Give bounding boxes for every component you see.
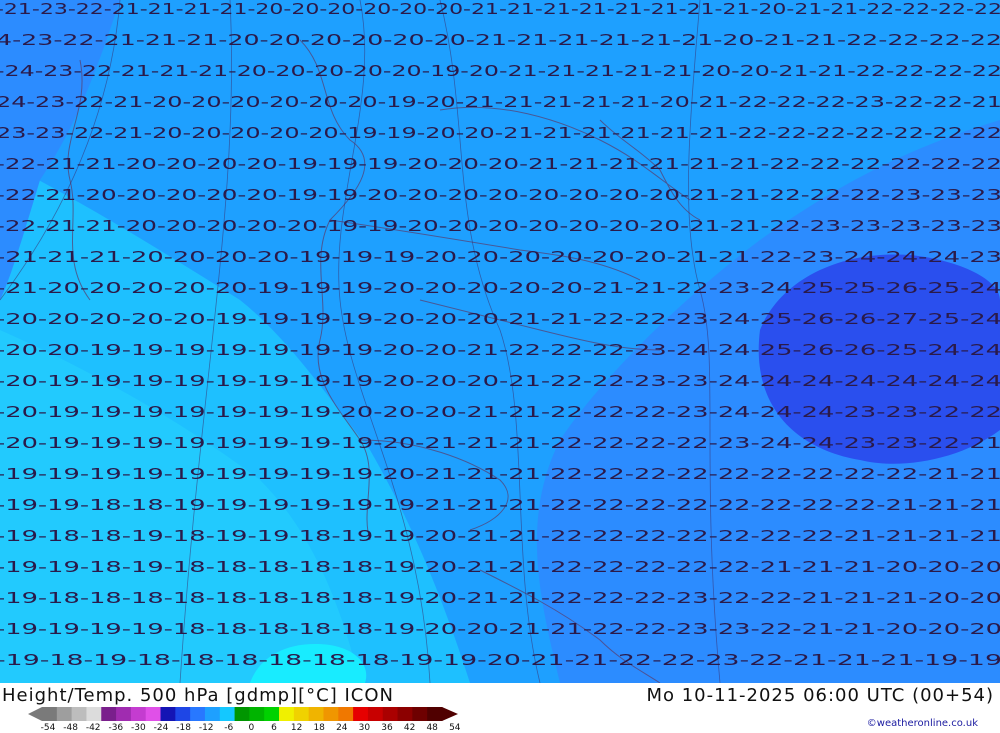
scale-swatch <box>308 707 324 721</box>
scale-tick-label: 12 <box>290 723 303 733</box>
forecast-datetime: Mo 10-11-2025 06:00 UTC (00+54) <box>646 685 994 706</box>
scale-arrow-left <box>28 707 42 721</box>
scale-swatch <box>293 707 310 721</box>
scale-tick-label: 0 <box>248 723 255 733</box>
color-scale-labels: -54 -48 -42 -36 -30 -24 -18 -12 -6 0 6 12 18 24 30 36 42… <box>0 723 480 733</box>
scale-tick-label: -12 <box>198 723 214 733</box>
scale-swatch <box>175 707 191 721</box>
scale-swatch <box>116 707 132 721</box>
scale-tick-label: -36 <box>108 723 124 733</box>
scale-swatch <box>219 707 236 721</box>
scale-tick-label: -6 <box>224 723 234 733</box>
scale-tick-label: 54 <box>449 723 461 733</box>
scale-swatch <box>397 707 413 721</box>
scale-swatch <box>101 707 117 721</box>
scale-swatch <box>56 707 73 721</box>
copyright-link[interactable]: ©weatheronline.co.uk <box>867 718 978 729</box>
scale-swatch <box>382 707 399 721</box>
scale-swatch <box>71 707 87 721</box>
isotherm-label-row: -20-19-19-19-19-19-19-19-19-20-20-20-21-… <box>0 372 1000 390</box>
scale-tick-label: 30 <box>358 723 371 733</box>
scale-swatch <box>264 707 280 721</box>
isotherm-label-row: -20-20-20-20-20-19-19-19-19-20-20-20-21-… <box>0 310 1000 328</box>
scale-swatch <box>86 707 102 721</box>
isotherm-label-row: -19-18-19-18-18-18-18-18-18-19-19-20-21-… <box>0 651 1000 669</box>
isotherm-label-row: -24-23-22-21-21-21-20-20-20-20-20-19-20-… <box>0 62 1000 80</box>
isotherm-label-row: -20-20-19-19-19-19-19-19-19-20-20-21-22-… <box>0 341 1000 359</box>
scale-swatch <box>338 707 354 721</box>
scale-tick-label: 6 <box>271 723 277 733</box>
scale-swatch <box>279 707 295 721</box>
scale-tick-label: -48 <box>63 723 78 733</box>
isotherm-label-row: -21-20-20-20-20-20-19-19-19-20-20-20-20-… <box>0 279 1000 297</box>
scale-swatch <box>249 707 265 721</box>
isotherm-label-row: -19-19-19-19-18-18-18-18-18-19-20-20-21-… <box>0 620 1000 638</box>
isotherm-label-row: -19-19-18-19-18-18-18-18-18-19-20-21-21-… <box>0 558 1000 576</box>
isotherm-label-row: -22-21-21-20-20-20-20-20-19-19-20-20-20-… <box>0 217 1000 235</box>
scale-swatch <box>42 707 58 721</box>
scale-swatch <box>427 707 443 721</box>
scale-swatch <box>130 707 147 721</box>
isotherm-label-row: -19-18-18-19-18-19-19-18-19-19-20-21-21-… <box>0 527 1000 545</box>
isotherm-label-row: 23-23-22-21-20-20-20-20-20-19-19-20-20-2… <box>0 124 1000 142</box>
isotherm-label-row: 24-23-22-21-20-20-20-20-20-20-19-20-21-2… <box>0 93 1000 111</box>
scale-swatch <box>323 707 339 721</box>
scale-tick-label: 36 <box>381 723 393 733</box>
scale-swatch <box>412 707 428 721</box>
isotherm-label-row: -19-19-18-18-19-19-19-19-19-19-21-21-21-… <box>0 496 1000 514</box>
scale-tick-label: -24 <box>153 723 169 733</box>
scale-tick-label: -30 <box>131 723 146 733</box>
isotherm-label-row: -20-19-19-19-19-19-19-19-19-20-21-21-21-… <box>0 434 1000 452</box>
isotherm-label-row: 4-23-22-21-21-21-20-20-20-20-20-20-21-21… <box>0 31 1000 49</box>
color-scale-bar <box>28 707 458 721</box>
isotherm-label-row: -19-18-18-18-18-18-18-18-18-19-20-21-21-… <box>0 589 1000 607</box>
scale-tick-label: -54 <box>40 723 56 733</box>
temperature-map[interactable]: -21-23-22-21-21-21-21-20-20-20-20-20-20-… <box>0 0 1000 683</box>
isotherm-label-row: -21-21-21-20-20-20-20-19-19-19-20-20-20-… <box>0 248 1000 266</box>
scale-swatch <box>353 707 369 721</box>
scale-tick-label: 24 <box>336 723 348 733</box>
scale-tick-label: 42 <box>403 723 416 733</box>
scale-tick-label: 48 <box>426 723 438 733</box>
scale-swatch <box>234 707 250 721</box>
scale-swatch <box>190 707 206 721</box>
scale-swatch <box>204 707 221 721</box>
scale-tick-label: -18 <box>176 723 191 733</box>
isotherm-label-row: -20-19-19-19-19-19-19-19-20-20-20-21-21-… <box>0 403 1000 421</box>
scale-tick-label: -42 <box>85 723 101 733</box>
scale-swatch <box>367 707 384 721</box>
isotherm-label-row: -22-21-21-20-20-20-20-19-19-19-20-20-20-… <box>0 155 1000 173</box>
isotherm-label-row: -22-21-20-20-20-20-20-19-19-20-20-20-20-… <box>0 186 1000 204</box>
map-title: Height/Temp. 500 hPa [gdmp][°C] ICON <box>2 685 394 706</box>
scale-arrow-right <box>442 707 458 721</box>
isotherm-label-row: -19-19-19-19-19-19-19-19-19-20-21-21-21-… <box>0 465 1000 483</box>
isotherm-label-row: -21-23-22-21-21-21-21-20-20-20-20-20-20-… <box>0 0 1000 18</box>
scale-swatch <box>160 707 176 721</box>
scale-swatch <box>145 707 162 721</box>
scale-tick-label: 18 <box>313 723 325 733</box>
